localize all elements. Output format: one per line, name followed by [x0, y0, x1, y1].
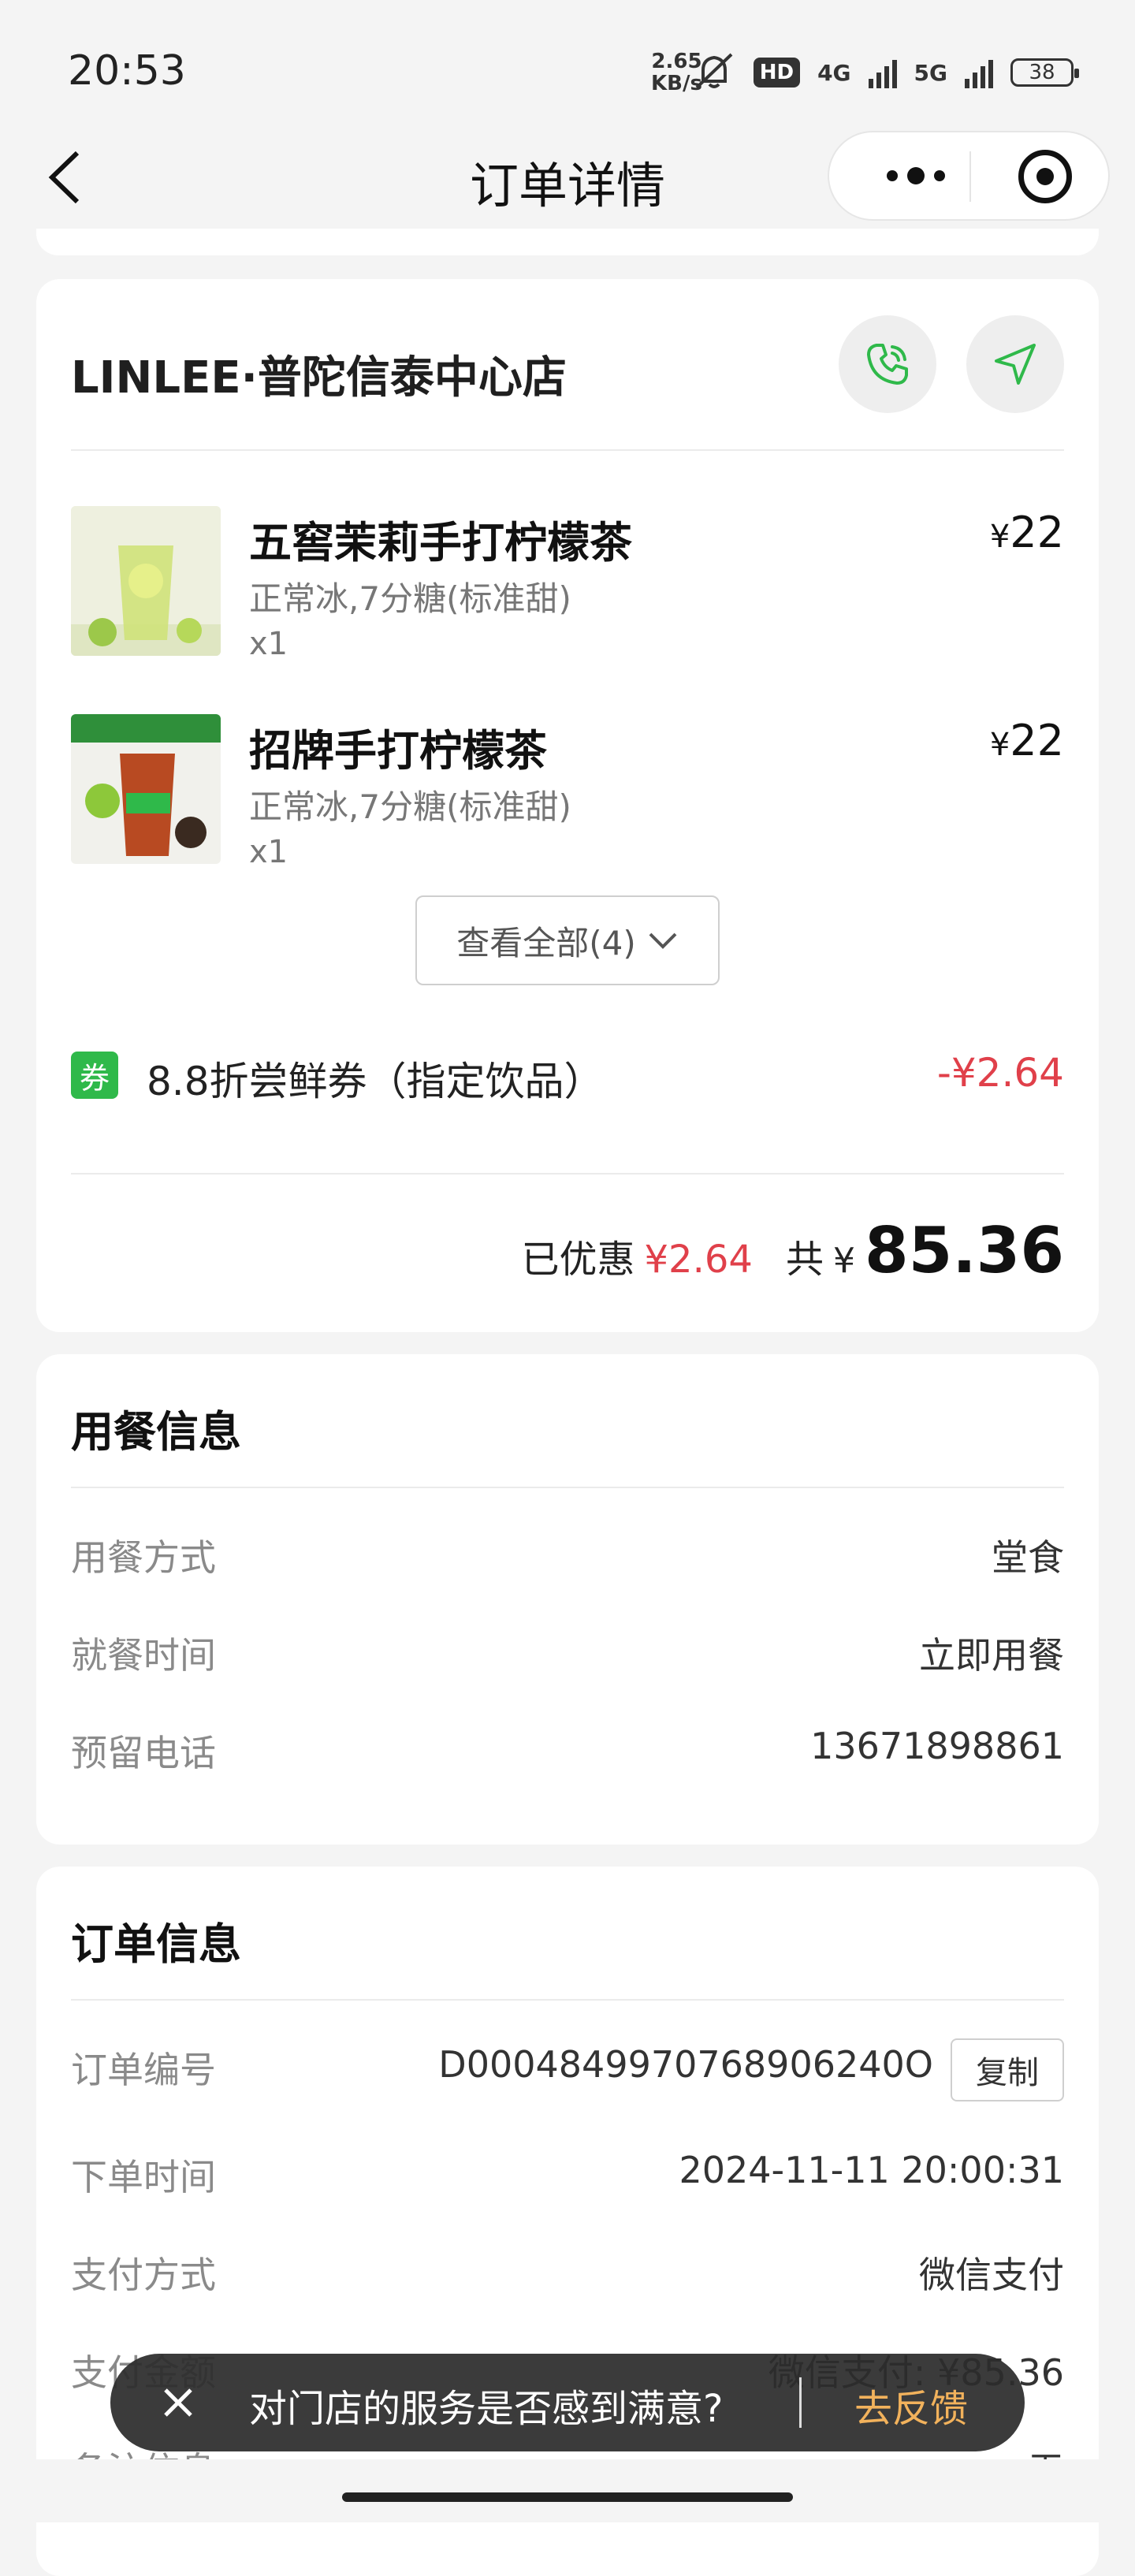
item-quantity: x1 — [249, 834, 288, 870]
price-value: 22 — [1010, 716, 1064, 765]
discount-value: ¥2.64 — [644, 1238, 753, 1282]
feedback-toast: 对门店的服务是否感到满意? 去反馈 — [110, 2354, 1025, 2451]
store-divider — [71, 449, 1064, 451]
hd-badge: HD — [753, 58, 801, 87]
dining-info-card: 用餐信息 用餐方式 堂食 就餐时间 立即用餐 预留电话 13671898861 — [36, 1354, 1099, 1845]
info-label: 订单编号 — [71, 2049, 216, 2091]
item-spec: 正常冰,7分糖(标准甜) — [249, 787, 571, 826]
item-name: 招牌手打柠檬茶 — [249, 726, 547, 776]
more-menu-button[interactable] — [869, 164, 963, 188]
sim2-network: 5G — [914, 59, 947, 86]
coupon-name: 8.8折尝鲜券（指定饮品） — [147, 1059, 604, 1104]
item-price: ¥22 — [990, 508, 1064, 557]
order-items-card: LINLEE·普陀信泰中心店 五窖茉莉手打柠檬茶 正常冰,7分糖(标准甜) x1… — [36, 279, 1099, 1332]
close-toast-button[interactable] — [154, 2379, 202, 2426]
signal-icon-2 — [965, 57, 993, 88]
info-label: 就餐时间 — [71, 1634, 216, 1677]
close-miniprogram-button[interactable] — [1018, 150, 1072, 203]
info-value: 微信支付 — [919, 2254, 1064, 2296]
phone-icon — [867, 344, 908, 385]
item-spec: 正常冰,7分糖(标准甜) — [249, 579, 571, 618]
product-image[interactable] — [71, 506, 221, 656]
view-all-button[interactable]: 查看全部(4) — [415, 895, 720, 985]
currency-symbol: ¥ — [989, 519, 1010, 555]
info-label: 预留电话 — [71, 1732, 216, 1774]
currency-symbol: ¥ — [989, 727, 1010, 763]
section-title: 用餐信息 — [71, 1407, 241, 1457]
battery-level: 38 — [1029, 61, 1055, 84]
summary-divider — [71, 1173, 1064, 1174]
status-time: 20:53 — [68, 47, 186, 95]
call-store-button[interactable] — [839, 315, 936, 413]
total-currency: ¥ — [832, 1241, 855, 1281]
toast-message: 对门店的服务是否感到满意? — [249, 2387, 724, 2431]
item-name: 五窖茉莉手打柠檬茶 — [249, 518, 632, 568]
mini-program-capsule — [828, 131, 1110, 221]
view-all-label: 查看全部(4) — [456, 923, 636, 962]
item-price: ¥22 — [990, 716, 1064, 765]
section-title: 订单信息 — [71, 1919, 241, 1969]
sim1-network: 4G — [817, 59, 851, 86]
store-name: LINLEE·普陀信泰中心店 — [71, 352, 567, 404]
price-value: 22 — [1010, 508, 1064, 557]
info-label: 用餐方式 — [71, 1536, 216, 1579]
info-label: 下单时间 — [71, 2156, 216, 2198]
discount-label: 已优惠 — [521, 1238, 635, 1282]
signal-icon-1 — [868, 57, 897, 88]
section-divider — [71, 1487, 1064, 1488]
bottom-bar-area — [0, 2459, 1135, 2522]
info-value: 堂食 — [992, 1536, 1064, 1579]
battery-icon: 38 — [1010, 58, 1079, 87]
coupon-amount: -¥2.64 — [936, 1050, 1064, 1096]
section-divider — [71, 1999, 1064, 2001]
toast-divider — [799, 2377, 802, 2428]
info-value: 2024-11-11 20:00:31 — [679, 2149, 1064, 2191]
total-amount: 85.36 — [864, 1214, 1064, 1287]
copy-order-number-button[interactable]: 复制 — [951, 2038, 1064, 2101]
home-indicator[interactable] — [342, 2492, 793, 2502]
navigate-store-button[interactable] — [966, 315, 1064, 413]
mute-bell-icon — [692, 51, 736, 94]
previous-card-edge — [36, 229, 1099, 255]
coupon-tag: 券 — [71, 1052, 118, 1099]
navigation-arrow-icon — [995, 344, 1036, 385]
info-label: 支付方式 — [71, 2254, 216, 2296]
info-value: 立即用餐 — [919, 1634, 1064, 1677]
order-total-row: 已优惠 ¥2.64 共 ¥ 85.36 — [522, 1214, 1065, 1287]
close-icon — [164, 2388, 192, 2417]
total-label: 共 — [785, 1238, 824, 1282]
feedback-button[interactable]: 去反馈 — [854, 2377, 968, 2433]
chevron-down-icon — [649, 932, 677, 949]
item-quantity: x1 — [249, 626, 288, 662]
product-image[interactable] — [71, 714, 221, 864]
status-icons: HD 4G 5G 38 — [692, 50, 1079, 95]
capsule-divider — [969, 151, 971, 202]
phone-number: 13671898861 — [810, 1725, 1064, 1767]
order-number: D0004849970768906240O — [438, 2043, 933, 2086]
status-bar: 20:53 2.65 KB/s HD 4G 5G 38 — [0, 0, 1135, 134]
